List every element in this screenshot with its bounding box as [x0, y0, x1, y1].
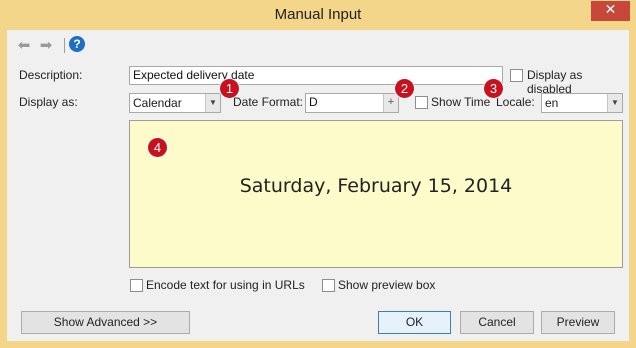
help-button[interactable]: ?: [69, 36, 85, 52]
display-disabled-checkbox[interactable]: [510, 69, 523, 82]
callout-badge-4: 4: [148, 138, 167, 157]
dialog-body: ⬅ ➡ ? Description: Expected delivery dat…: [7, 30, 629, 341]
preview-button[interactable]: Preview: [541, 311, 615, 334]
window-title: Manual Input: [274, 6, 362, 23]
toolbar-separator: [64, 38, 65, 53]
date-format-input[interactable]: D +: [305, 93, 399, 113]
format-picker-button[interactable]: +: [383, 94, 398, 112]
preview-box: Saturday, February 15, 2014: [129, 120, 623, 268]
close-button[interactable]: ✕: [591, 1, 630, 21]
date-format-value: D: [309, 95, 318, 109]
chevron-down-icon: ▼: [205, 94, 220, 112]
callout-badge-2: 2: [395, 79, 414, 98]
show-time-checkbox[interactable]: [415, 96, 428, 109]
help-icon: ?: [73, 37, 81, 51]
close-icon: ✕: [604, 2, 617, 18]
display-as-select[interactable]: Calendar ▼: [129, 93, 221, 113]
locale-value: en: [545, 96, 559, 110]
locale-select[interactable]: en ▼: [541, 93, 623, 113]
show-time-label: Show Time: [431, 95, 491, 109]
title-bar[interactable]: Manual Input ✕: [0, 0, 636, 30]
cancel-button[interactable]: Cancel: [460, 311, 534, 334]
arrow-left-icon: ⬅: [17, 36, 31, 54]
display-as-value: Calendar: [133, 96, 182, 110]
description-input[interactable]: Expected delivery date: [129, 66, 503, 85]
display-disabled-label: Display as disabled: [527, 68, 583, 96]
back-button[interactable]: ⬅: [15, 37, 33, 53]
description-label: Description:: [19, 68, 83, 82]
encode-url-label: Encode text for using in URLs: [146, 278, 305, 292]
callout-badge-3: 3: [484, 79, 503, 98]
date-format-label: Date Format:: [233, 95, 304, 109]
chevron-down-icon: ▼: [607, 94, 622, 112]
encode-url-checkbox[interactable]: [130, 279, 143, 292]
callout-badge-1: 1: [220, 79, 239, 98]
forward-button[interactable]: ➡: [37, 37, 55, 53]
ok-button[interactable]: OK: [378, 311, 451, 334]
show-preview-label: Show preview box: [338, 278, 436, 292]
locale-label: Locale:: [496, 95, 535, 109]
display-as-label: Display as:: [19, 95, 78, 109]
manual-input-dialog: Manual Input ✕ ⬅ ➡ ? Description: Expect…: [0, 0, 636, 348]
preview-date-text: Saturday, February 15, 2014: [239, 175, 513, 197]
arrow-right-icon: ➡: [39, 36, 53, 54]
show-preview-checkbox[interactable]: [322, 279, 335, 292]
show-advanced-button[interactable]: Show Advanced >>: [21, 311, 190, 334]
